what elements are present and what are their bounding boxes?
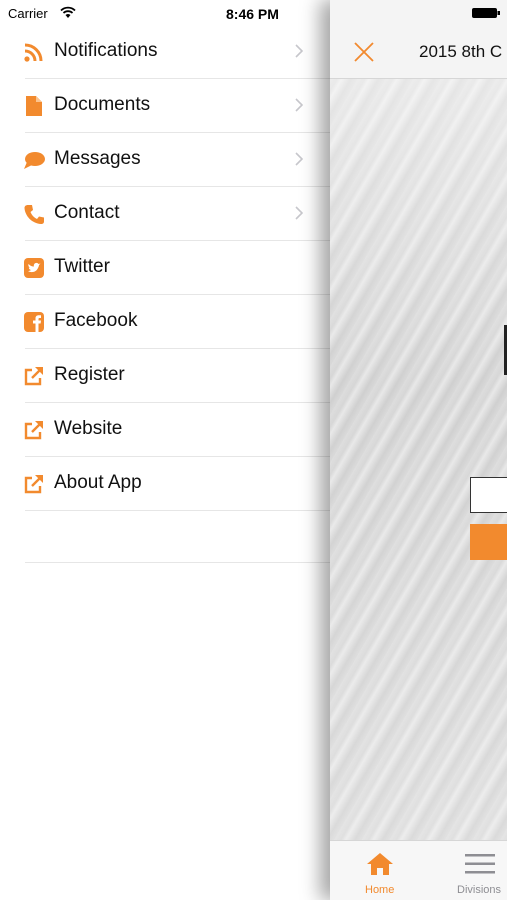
close-icon[interactable] xyxy=(352,40,376,64)
menu-item-label: Documents xyxy=(54,94,151,115)
menu-item-facebook[interactable]: Facebook xyxy=(0,296,330,349)
menu-item-register[interactable]: Register xyxy=(0,350,330,403)
chevron-right-icon xyxy=(295,206,304,220)
menu-item-label: Facebook xyxy=(54,310,138,331)
menu-item-contact[interactable]: Contact xyxy=(0,188,330,241)
menu-icon xyxy=(465,854,495,874)
twitter-icon xyxy=(24,258,44,278)
divider xyxy=(25,456,330,457)
tab-home[interactable]: Home xyxy=(365,841,415,900)
divider xyxy=(25,132,330,133)
submit-button[interactable] xyxy=(470,524,507,560)
divider xyxy=(25,510,330,511)
menu-item-label: Website xyxy=(54,418,123,439)
page-title: 2015 8th C xyxy=(419,42,503,61)
rss-icon xyxy=(24,43,43,62)
phone-icon xyxy=(24,205,44,224)
document-icon xyxy=(26,96,42,116)
tab-bar: Home Divisions xyxy=(330,840,507,900)
tab-label: Home xyxy=(365,884,395,896)
menu-item-documents[interactable]: Documents xyxy=(0,80,330,133)
carrier-label: Carrier xyxy=(8,6,48,21)
side-menu: Notifications Documents Messages Contact xyxy=(0,26,330,900)
tab-divisions[interactable]: Divisions xyxy=(457,841,507,900)
menu-item-label: Notifications xyxy=(54,40,158,61)
wifi-icon xyxy=(60,6,76,18)
external-link-icon xyxy=(24,475,43,494)
facebook-icon xyxy=(24,312,44,332)
divider xyxy=(25,78,330,79)
divider xyxy=(25,402,330,403)
menu-item-label: Register xyxy=(54,364,125,385)
clock: 8:46 PM xyxy=(226,6,279,22)
divider xyxy=(25,562,330,563)
menu-item-label: Messages xyxy=(54,148,141,169)
chevron-right-icon xyxy=(295,44,304,58)
menu-item-label: About App xyxy=(54,472,142,493)
chevron-right-icon xyxy=(295,98,304,112)
divider xyxy=(25,348,330,349)
background-image xyxy=(330,79,507,840)
menu-item-about-app[interactable]: About App xyxy=(0,458,330,511)
menu-item-website[interactable]: Website xyxy=(0,404,330,457)
menu-item-label: Twitter xyxy=(54,256,110,277)
divider xyxy=(25,186,330,187)
menu-item-notifications[interactable]: Notifications xyxy=(0,26,330,79)
battery-icon xyxy=(472,8,500,18)
tab-label: Divisions xyxy=(457,884,502,896)
divider xyxy=(25,294,330,295)
search-input[interactable] xyxy=(470,477,507,513)
external-link-icon xyxy=(24,367,43,386)
menu-item-twitter[interactable]: Twitter xyxy=(0,242,330,295)
home-icon xyxy=(367,853,393,875)
status-bar: Carrier 8:46 PM xyxy=(0,0,507,26)
external-link-icon xyxy=(24,421,43,440)
main-content-panel[interactable]: 2015 8th C Home Divisions xyxy=(330,0,507,900)
divider xyxy=(25,240,330,241)
chat-bubble-icon xyxy=(24,152,45,169)
menu-item-label: Contact xyxy=(54,202,120,223)
menu-item-messages[interactable]: Messages xyxy=(0,134,330,187)
chevron-right-icon xyxy=(295,152,304,166)
